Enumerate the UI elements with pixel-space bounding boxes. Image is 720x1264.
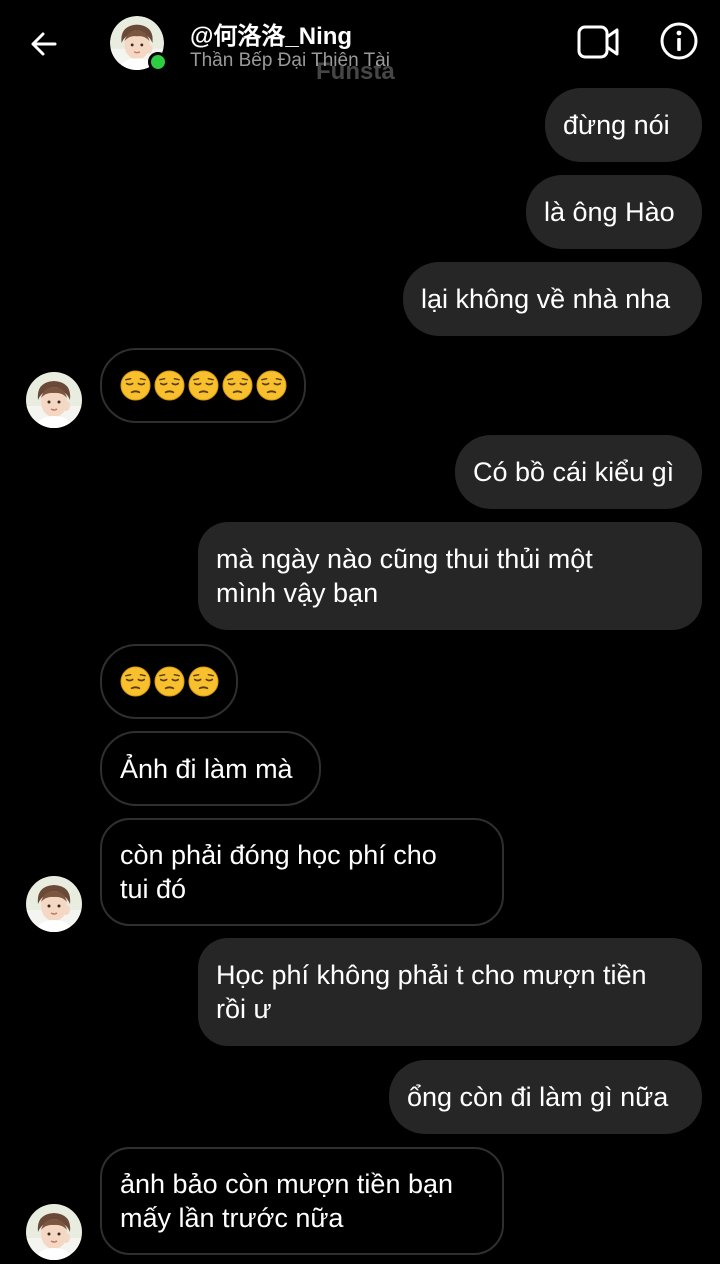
message-text-line: mấy lần trước nữa — [120, 1203, 344, 1233]
contact-username[interactable]: @何洛洛_Ning — [190, 16, 352, 51]
message-outgoing[interactable]: lại không về nhà nha — [403, 262, 702, 336]
message-text-line: tui đó — [120, 874, 187, 904]
message-outgoing[interactable]: ổng còn đi làm gì nữa — [389, 1060, 702, 1134]
chat-header: @何洛洛_Ning Thần Bếp Đại Thiên Tài Funsta — [0, 0, 720, 88]
pensive-face-emoji — [256, 370, 287, 401]
emoji-group — [120, 666, 219, 697]
message-incoming[interactable]: Ảnh đi làm mà — [100, 731, 321, 806]
message-text: ổng còn đi làm gì nữa — [407, 1082, 669, 1112]
message-text-line: còn phải đóng học phí cho — [120, 840, 437, 870]
message-outgoing[interactable]: là ông Hào — [526, 175, 702, 249]
online-status-dot — [148, 52, 168, 72]
message-incoming[interactable] — [100, 644, 238, 719]
pensive-face-emoji — [154, 666, 185, 697]
pensive-face-emoji — [154, 370, 185, 401]
message-text-line: mà ngày nào cũng thui thủi một — [216, 544, 593, 574]
sender-avatar[interactable] — [26, 1204, 82, 1260]
message-text: lại không về nhà nha — [421, 284, 671, 314]
message-outgoing[interactable]: Có bồ cái kiểu gì — [455, 435, 702, 509]
video-camera-icon — [577, 25, 619, 59]
back-button[interactable] — [22, 22, 66, 66]
watermark: Funsta — [316, 58, 395, 85]
message-text-line: ảnh bảo còn mượn tiền bạn — [120, 1169, 454, 1199]
message-text: đừng nói — [563, 110, 670, 140]
pensive-face-emoji — [120, 370, 151, 401]
pensive-face-emoji — [188, 666, 219, 697]
info-button[interactable] — [656, 18, 702, 64]
sender-avatar[interactable] — [26, 372, 82, 428]
contact-avatar[interactable] — [110, 16, 168, 72]
message-text: là ông Hào — [544, 197, 675, 227]
message-incoming[interactable] — [100, 348, 306, 423]
video-call-button[interactable] — [574, 20, 622, 64]
emoji-group — [120, 370, 287, 401]
message-text: Có bồ cái kiểu gì — [473, 457, 675, 487]
arrow-left-icon — [31, 32, 57, 56]
message-outgoing[interactable]: Học phí không phải t cho mượn tiền rồi ư — [198, 938, 702, 1046]
message-text-line: rồi ư — [216, 994, 272, 1024]
pensive-face-emoji — [188, 370, 219, 401]
message-text: Ảnh đi làm mà — [120, 753, 293, 784]
message-incoming[interactable]: còn phải đóng học phí cho tui đó — [100, 818, 504, 926]
message-outgoing[interactable]: mà ngày nào cũng thui thủi một mình vậy … — [198, 522, 702, 630]
message-incoming[interactable]: ảnh bảo còn mượn tiền bạn mấy lần trước … — [100, 1147, 504, 1255]
message-text-line: Học phí không phải t cho mượn tiền — [216, 960, 647, 990]
pensive-face-emoji — [222, 370, 253, 401]
info-circle-icon — [660, 22, 698, 60]
message-outgoing[interactable]: đừng nói — [545, 88, 702, 162]
sender-avatar[interactable] — [26, 876, 82, 932]
pensive-face-emoji — [120, 666, 151, 697]
message-text-line: mình vậy bạn — [216, 578, 379, 608]
